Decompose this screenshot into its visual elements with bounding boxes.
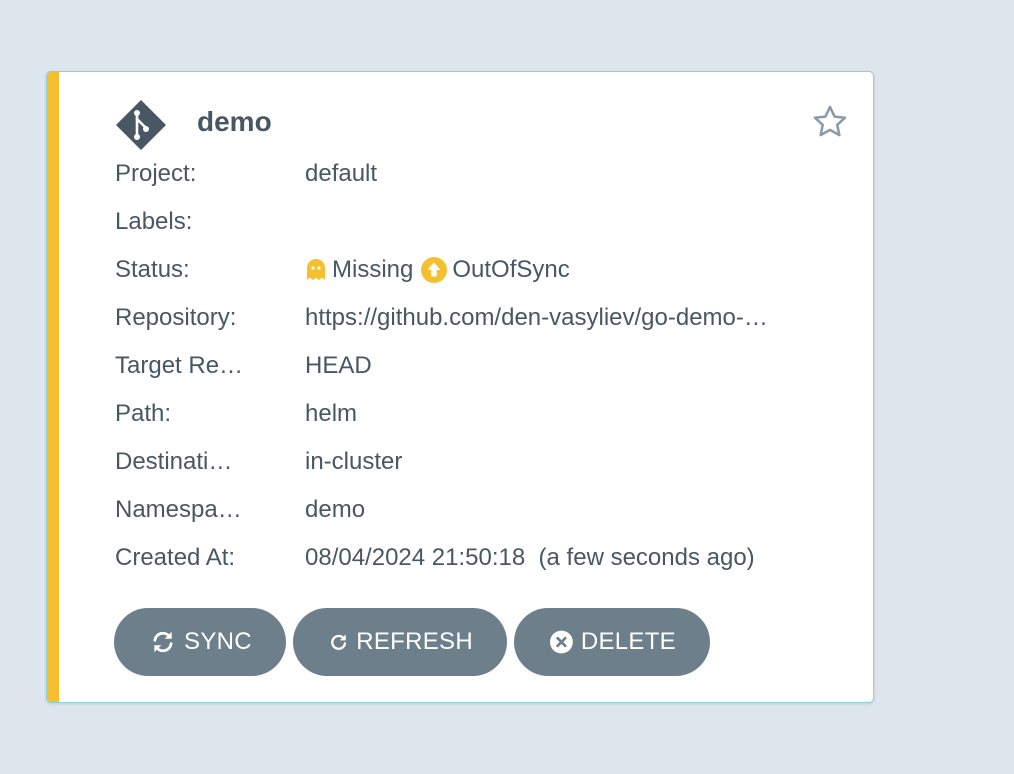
health-status-text: Missing xyxy=(332,256,414,283)
arrow-up-circle-icon xyxy=(421,257,448,283)
refresh-button[interactable]: REFRESH xyxy=(293,608,507,676)
repository-label: Repository: xyxy=(115,304,237,331)
destination-label: Destinati… xyxy=(115,448,233,475)
row-destination: Destinati… in-cluster xyxy=(115,438,835,486)
repository-value[interactable]: https://github.com/den-vasyliev/go-demo-… xyxy=(305,304,768,332)
refresh-button-label: REFRESH xyxy=(356,628,473,655)
project-value: default xyxy=(305,160,378,187)
created-at-label: Created At: xyxy=(115,544,236,571)
git-branch-diamond-icon xyxy=(116,100,166,150)
sync-status-text: OutOfSync xyxy=(452,256,570,283)
path-label: Path: xyxy=(115,400,172,427)
app-details: Project: default Labels: Status: Missing xyxy=(115,150,835,582)
refresh-icon xyxy=(331,634,347,650)
app-name[interactable]: demo xyxy=(197,106,272,138)
namespace-label: Namespa… xyxy=(115,496,242,523)
namespace-value: demo xyxy=(305,496,366,523)
status-stripe xyxy=(47,72,59,702)
action-buttons: SYNC REFRESH DELETE xyxy=(114,608,710,676)
sync-button[interactable]: SYNC xyxy=(114,608,286,676)
application-tile[interactable]: demo Project: default Labels: Status: Mi… xyxy=(46,71,874,703)
destination-value: in-cluster xyxy=(305,448,403,475)
row-project: Project: default xyxy=(115,150,835,198)
sync-button-label: SYNC xyxy=(184,628,252,655)
row-namespace: Namespa… demo xyxy=(115,486,835,534)
delete-button-label: DELETE xyxy=(580,628,676,655)
row-status: Status: Missing OutOfSync xyxy=(115,246,835,294)
row-labels: Labels: xyxy=(115,198,835,246)
row-path: Path: helm xyxy=(115,390,835,438)
sync-icon xyxy=(153,631,173,653)
status-value: Missing OutOfSync xyxy=(305,256,835,284)
delete-button[interactable]: DELETE xyxy=(514,608,710,676)
project-label: Project: xyxy=(115,160,197,187)
target-revision-value: HEAD xyxy=(305,352,372,379)
ghost-icon xyxy=(307,259,325,280)
labels-label: Labels: xyxy=(115,208,193,235)
path-value: helm xyxy=(305,400,358,427)
row-target-revision: Target Re… HEAD xyxy=(115,342,835,390)
target-revision-label: Target Re… xyxy=(115,352,244,379)
status-label: Status: xyxy=(115,256,190,283)
star-outline-icon[interactable] xyxy=(811,103,849,141)
row-created-at: Created At: 08/04/2024 21:50:18 (a few s… xyxy=(115,534,835,582)
created-at-value: 08/04/2024 21:50:18 (a few seconds ago) xyxy=(305,544,755,571)
close-circle-icon xyxy=(550,630,573,654)
row-repository: Repository: https://github.com/den-vasyl… xyxy=(115,294,835,342)
